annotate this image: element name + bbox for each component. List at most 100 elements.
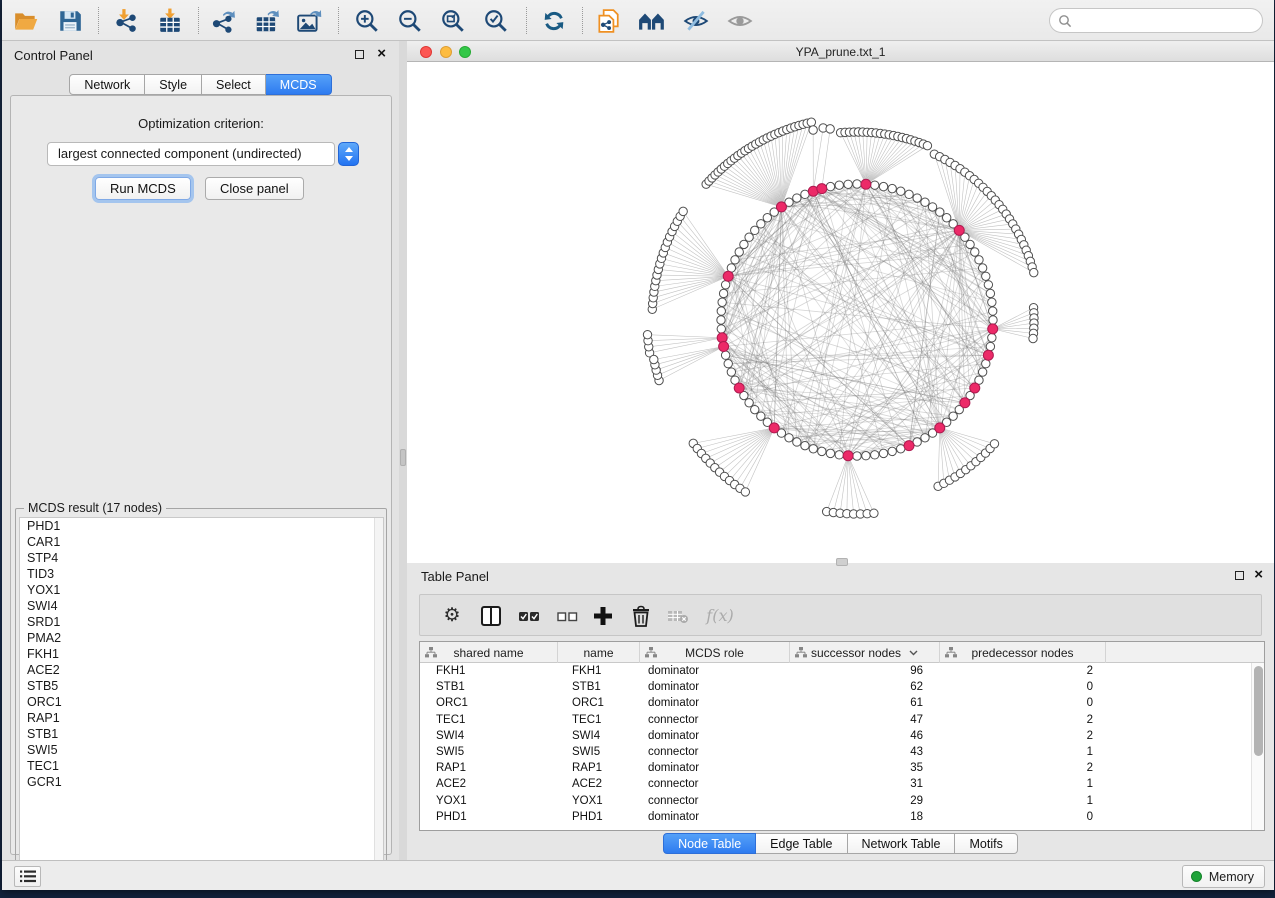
- float-window-icon[interactable]: [1235, 571, 1244, 580]
- mcds-hub-node[interactable]: [970, 383, 980, 393]
- table-row[interactable]: ORC1ORC1dominator610: [420, 695, 1264, 711]
- mcds-hub-node[interactable]: [769, 423, 779, 433]
- mcds-result-item[interactable]: PMA2: [20, 630, 383, 646]
- export-table-icon[interactable]: [254, 8, 280, 34]
- mcds-hub-node[interactable]: [843, 451, 853, 461]
- import-network-icon[interactable]: [113, 8, 139, 34]
- mcds-result-list[interactable]: PHD1CAR1STP4TID3YOX1SWI4SRD1PMA2FKH1ACE2…: [19, 517, 384, 875]
- zoom-in-icon[interactable]: [354, 8, 380, 34]
- table-scrollbar[interactable]: [1251, 663, 1264, 831]
- mcds-result-item[interactable]: PHD1: [20, 518, 383, 534]
- table-row[interactable]: TEC1TEC1connector472: [420, 712, 1264, 728]
- tab-edge-table[interactable]: Edge Table: [756, 833, 847, 854]
- table-row[interactable]: SWI4SWI4dominator462: [420, 728, 1264, 744]
- mcds-result-item[interactable]: SWI5: [20, 742, 383, 758]
- deselect-all-checkboxes-icon[interactable]: [555, 604, 579, 628]
- criterion-dropdown[interactable]: largest connected component (undirected): [47, 142, 337, 166]
- float-window-icon[interactable]: [355, 50, 364, 59]
- mcds-hub-node[interactable]: [723, 271, 733, 281]
- import-table-icon[interactable]: [157, 8, 183, 34]
- cell-MCDS-role: dominator: [640, 695, 790, 711]
- table-row[interactable]: RAP1RAP1dominator352: [420, 760, 1264, 776]
- table-row[interactable]: STB1STB1dominator620: [420, 679, 1264, 695]
- mcds-hub-node[interactable]: [817, 184, 827, 194]
- tab-node-table[interactable]: Node Table: [663, 833, 756, 854]
- table-row[interactable]: ACE2ACE2connector311: [420, 776, 1264, 792]
- memory-button[interactable]: Memory: [1182, 865, 1265, 888]
- duplicate-network-icon[interactable]: [595, 8, 621, 34]
- mcds-result-item[interactable]: RAP1: [20, 710, 383, 726]
- mcds-result-item[interactable]: GCR1: [20, 774, 383, 790]
- table-row[interactable]: PHD1PHD1dominator180: [420, 809, 1264, 825]
- mcds-result-item[interactable]: YOX1: [20, 582, 383, 598]
- add-column-icon[interactable]: [591, 604, 615, 628]
- task-history-list-button[interactable]: [14, 866, 41, 887]
- export-image-icon[interactable]: [296, 8, 322, 34]
- show-all-eye-icon[interactable]: [727, 8, 753, 34]
- mcds-result-item[interactable]: SRD1: [20, 614, 383, 630]
- search-input[interactable]: [1077, 14, 1262, 28]
- vertical-splitter[interactable]: [399, 41, 407, 860]
- zoom-out-icon[interactable]: [397, 8, 423, 34]
- mcds-hub-node[interactable]: [734, 383, 744, 393]
- vertical-splitter-handle[interactable]: [400, 449, 406, 466]
- network-graph-canvas[interactable]: [407, 62, 1274, 563]
- column-header-MCDS-role[interactable]: MCDS role: [640, 642, 790, 663]
- mcds-result-item[interactable]: STB5: [20, 678, 383, 694]
- table-row[interactable]: YOX1YOX1connector291: [420, 793, 1264, 809]
- mcds-result-item[interactable]: CAR1: [20, 534, 383, 550]
- close-panel-icon[interactable]: ×: [377, 45, 386, 63]
- column-header-shared-name[interactable]: shared name: [420, 642, 558, 663]
- save-session-icon[interactable]: [57, 8, 83, 34]
- table-row[interactable]: SWI5SWI5connector431: [420, 744, 1264, 760]
- delete-column-trash-icon[interactable]: [629, 604, 653, 628]
- tab-select[interactable]: Select: [202, 74, 266, 95]
- mcds-hub-node[interactable]: [983, 350, 993, 360]
- node-table[interactable]: shared namenameMCDS rolesuccessor nodesp…: [419, 641, 1265, 831]
- network-window-titlebar[interactable]: YPA_prune.txt_1: [407, 41, 1274, 62]
- column-header-name[interactable]: name: [558, 642, 640, 663]
- zoom-fit-icon[interactable]: [440, 8, 466, 34]
- refresh-view-icon[interactable]: [541, 8, 567, 34]
- table-options-gear-icon[interactable]: ⚙: [440, 604, 464, 628]
- tab-mcds[interactable]: MCDS: [266, 74, 332, 95]
- run-mcds-button[interactable]: Run MCDS: [95, 177, 191, 200]
- tab-style[interactable]: Style: [145, 74, 202, 95]
- mcds-result-item[interactable]: STB1: [20, 726, 383, 742]
- mcds-result-item[interactable]: FKH1: [20, 646, 383, 662]
- hide-selected-eye-icon[interactable]: [683, 8, 709, 34]
- export-network-icon[interactable]: [210, 8, 236, 34]
- mcds-result-item[interactable]: ORC1: [20, 694, 383, 710]
- first-neighbors-icon[interactable]: [638, 8, 664, 34]
- tab-network-table[interactable]: Network Table: [848, 833, 956, 854]
- close-panel-button[interactable]: Close panel: [205, 177, 304, 200]
- mcds-hub-node[interactable]: [904, 441, 914, 451]
- mcds-hub-node[interactable]: [719, 342, 729, 352]
- mcds-result-item[interactable]: SWI4: [20, 598, 383, 614]
- mcds-hub-node[interactable]: [776, 202, 786, 212]
- mcds-result-item[interactable]: TID3: [20, 566, 383, 582]
- column-header-successor-nodes[interactable]: successor nodes: [790, 642, 940, 663]
- tab-network[interactable]: Network: [69, 74, 145, 95]
- mcds-hub-node[interactable]: [988, 324, 998, 334]
- show-columns-icon[interactable]: [479, 604, 503, 628]
- table-row[interactable]: FKH1FKH1dominator962: [420, 663, 1264, 679]
- select-all-checkboxes-icon[interactable]: [517, 604, 541, 628]
- mcds-hub-node[interactable]: [954, 225, 964, 235]
- mcds-list-scrollbar[interactable]: [374, 518, 383, 874]
- mcds-result-item[interactable]: STP4: [20, 550, 383, 566]
- mcds-hub-node[interactable]: [861, 179, 871, 189]
- table-scrollbar-thumb[interactable]: [1254, 666, 1263, 756]
- mcds-result-item[interactable]: TEC1: [20, 758, 383, 774]
- column-header-predecessor-nodes[interactable]: predecessor nodes: [940, 642, 1106, 663]
- mcds-result-item[interactable]: ACE2: [20, 662, 383, 678]
- tab-motifs[interactable]: Motifs: [955, 833, 1017, 854]
- zoom-selected-icon[interactable]: [483, 8, 509, 34]
- criterion-value[interactable]: largest connected component (undirected): [47, 142, 335, 166]
- close-panel-icon[interactable]: ×: [1254, 566, 1263, 584]
- horizontal-splitter-handle[interactable]: [836, 558, 848, 566]
- mcds-hub-node[interactable]: [960, 398, 970, 408]
- dropdown-stepper-icon[interactable]: [338, 142, 359, 166]
- open-file-icon[interactable]: [13, 8, 39, 34]
- mcds-hub-node[interactable]: [935, 423, 945, 433]
